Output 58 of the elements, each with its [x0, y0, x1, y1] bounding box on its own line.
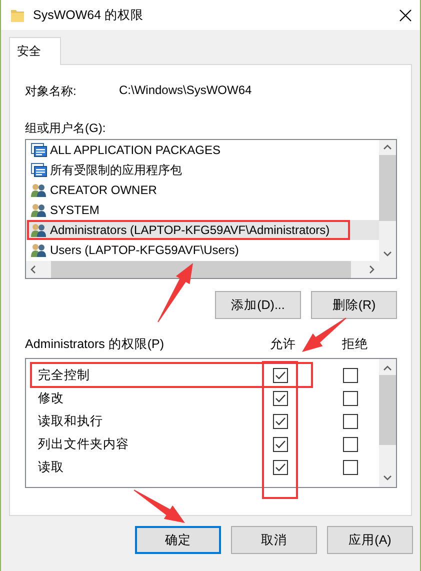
user-list-item[interactable]: CREATOR OWNER — [26, 180, 379, 200]
list-label: 组或用户名(G): — [25, 120, 107, 137]
column-header: 允许 — [269, 336, 297, 353]
object-path: C:\Windows\SysWOW64 — [119, 83, 252, 99]
checkmark-icon — [274, 463, 286, 472]
checkmark-icon — [274, 371, 286, 380]
scroll-down-icon[interactable] — [383, 251, 392, 257]
user-group-icon — [31, 183, 47, 197]
user-list-item[interactable]: ALL APPLICATION PACKAGES — [26, 140, 379, 160]
dialog-button[interactable]: 应用(A) — [327, 526, 413, 554]
action-button[interactable]: 删除(R) — [311, 291, 397, 319]
folder-icon — [11, 8, 24, 22]
app-package-icon — [31, 163, 47, 177]
user-group-icon — [31, 243, 47, 257]
checkbox[interactable] — [272, 437, 288, 452]
dialog-button[interactable]: 取消 — [231, 526, 317, 554]
checkbox[interactable] — [272, 368, 288, 383]
checkbox[interactable] — [342, 437, 358, 452]
scroll-up-icon[interactable] — [383, 144, 392, 150]
window-title: SysWOW64 的权限 — [33, 6, 145, 24]
horizontal-scrollbar[interactable] — [26, 261, 379, 278]
permission-name: 修改 — [37, 390, 65, 407]
tab[interactable]: 安全 — [9, 37, 61, 65]
field-label: 对象名称: — [25, 83, 78, 100]
scroll-down-icon[interactable] — [383, 475, 392, 481]
close-icon[interactable] — [399, 8, 412, 22]
checkbox[interactable] — [342, 414, 358, 429]
checkbox[interactable] — [272, 460, 288, 475]
dialog-button[interactable]: 确定 — [135, 526, 221, 554]
permission-name: 列出文件夹内容 — [37, 436, 130, 453]
checkbox[interactable] — [272, 391, 288, 406]
annotation-arrow — [134, 490, 185, 523]
app-package-icon — [31, 143, 47, 157]
user-list-item[interactable]: Users (LAPTOP-KFG59AVF\Users) — [26, 240, 379, 260]
checkmark-icon — [274, 417, 286, 426]
annotation-arrow — [158, 263, 193, 322]
user-group-icon — [31, 203, 47, 217]
checkmark-icon — [274, 440, 286, 449]
checkbox[interactable] — [342, 391, 358, 406]
permission-name: 读取和执行 — [37, 413, 104, 430]
user-group-icon — [31, 223, 47, 237]
user-list-item[interactable]: 所有受限制的应用程序包 — [26, 160, 379, 180]
checkbox[interactable] — [272, 414, 288, 429]
vertical-scrollbar[interactable] — [379, 140, 396, 261]
permission-name: 读取 — [37, 459, 65, 476]
vertical-scrollbar[interactable] — [379, 359, 396, 487]
scroll-up-icon[interactable] — [383, 365, 392, 371]
scroll-left-icon[interactable] — [30, 265, 36, 274]
scroll-right-icon[interactable] — [369, 265, 375, 274]
permission-name: 完全控制 — [37, 367, 91, 384]
checkbox[interactable] — [342, 460, 358, 475]
checkbox[interactable] — [342, 368, 358, 383]
action-button[interactable]: 添加(D)... — [215, 291, 301, 319]
user-list-item[interactable]: SYSTEM — [26, 200, 379, 220]
user-list-item[interactable]: Administrators (LAPTOP-KFG59AVF\Administrators) — [26, 220, 379, 240]
checkmark-icon — [274, 394, 286, 403]
list-label: Administrators 的权限(P) — [25, 336, 166, 353]
column-header: 拒绝 — [341, 336, 369, 353]
